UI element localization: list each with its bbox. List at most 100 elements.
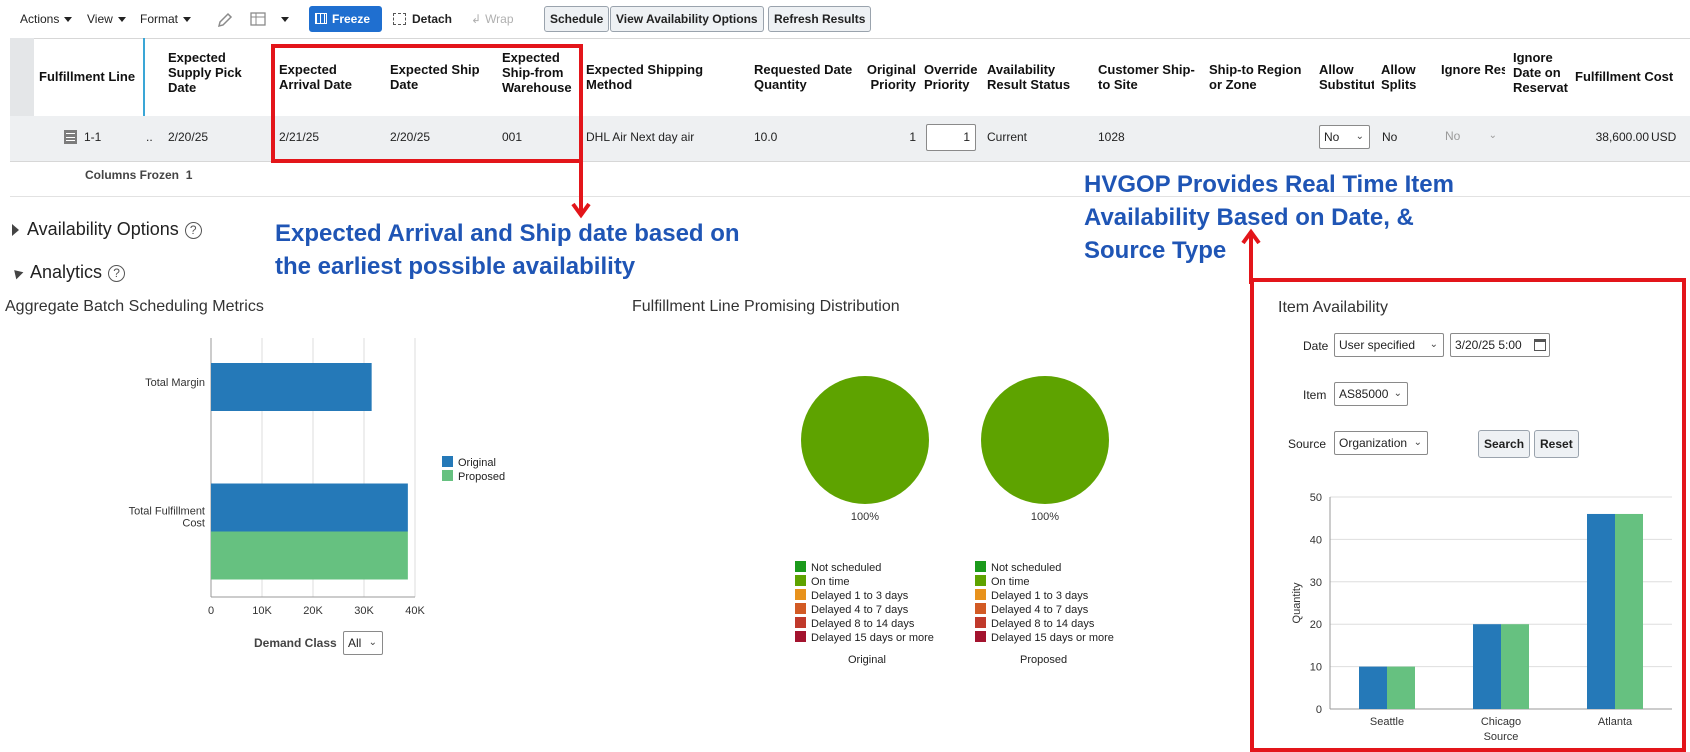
col-header-availability-status[interactable]: Availability Result Status <box>987 62 1075 92</box>
table-row[interactable] <box>10 116 1690 161</box>
legend-label: Delayed 4 to 7 days <box>991 604 1089 616</box>
date-mode-select[interactable]: User specified ⌄ <box>1334 333 1444 357</box>
col-header-ship-to-region[interactable]: Ship-to Region or Zone <box>1209 62 1309 92</box>
view-label: View <box>87 12 113 26</box>
wrap-label: Wrap <box>485 12 514 26</box>
view-menu[interactable]: View <box>87 12 126 26</box>
col-header-allow-substitution[interactable]: Allow Substitut <box>1319 62 1374 92</box>
wrap-button[interactable]: ↲ Wrap <box>465 6 520 32</box>
cell-availability-status: Current <box>987 130 1028 144</box>
format-label: Format <box>140 12 179 26</box>
caret-down-icon <box>183 17 192 23</box>
x-tick-label: 30K <box>354 605 374 617</box>
legend-swatch <box>975 561 986 572</box>
y-tick-label: 40 <box>1310 534 1322 546</box>
override-priority-input[interactable]: 1 <box>926 124 976 151</box>
ignore-reservation-value: No <box>1445 129 1461 143</box>
analytics-section[interactable]: Analytics? <box>10 262 126 283</box>
col-header-ignore-date[interactable]: Ignore Date on Reservat <box>1513 50 1571 95</box>
ignore-reservation-select[interactable]: No ⌄ <box>1441 125 1502 149</box>
col-header-allow-splits[interactable]: Allow Splits <box>1381 62 1429 92</box>
schedule-button[interactable]: Schedule <box>544 6 610 32</box>
refresh-results-button[interactable]: Refresh Results <box>768 6 872 32</box>
legend-item-delayed-1-to-3-days: Delayed 1 to 3 days <box>975 589 1088 602</box>
legend-label: Proposed <box>458 471 506 483</box>
line-details-icon[interactable] <box>64 130 77 144</box>
availability-options-section[interactable]: Availability Options? <box>12 219 202 240</box>
y-tick-label: 50 <box>1310 492 1322 504</box>
cell-fulfillment-line[interactable]: 1-1 <box>84 130 101 144</box>
col-header-customer-ship-to-site[interactable]: Customer Ship-to Site <box>1098 62 1198 92</box>
pie-slice-on-time <box>981 376 1109 504</box>
detach-icon <box>393 13 406 25</box>
item-select[interactable]: AS85000 ⌄ <box>1334 382 1408 406</box>
edit-pencil-icon[interactable] <box>216 11 234 29</box>
distribution-chart-title: Fulfillment Line Promising Distribution <box>632 298 900 315</box>
demand-class-select[interactable]: All ⌄ <box>343 631 383 655</box>
chevron-down-icon: ⌄ <box>1413 437 1422 448</box>
actions-menu[interactable]: Actions <box>20 12 73 26</box>
y-category-label: Total Margin <box>145 377 205 389</box>
col-header-original-priority[interactable]: Original Priority <box>860 62 916 92</box>
legend-label: Original <box>458 457 496 469</box>
column-settings-dropdown[interactable] <box>276 12 289 26</box>
table-row-border <box>10 161 1690 162</box>
col-header-requested-quantity[interactable]: Requested Date Quantity <box>754 62 864 92</box>
legend-label: On time <box>991 576 1030 588</box>
legend-label: Delayed 15 days or more <box>811 632 934 644</box>
bar-atlanta-1 <box>1615 513 1643 709</box>
cell-shipping-method: DHL Air Next day air <box>586 130 695 144</box>
detach-button[interactable]: Detach <box>387 6 458 32</box>
legend-label: Delayed 4 to 7 days <box>811 604 909 616</box>
caret-down-icon <box>64 17 73 23</box>
legend-item-not-scheduled: Not scheduled <box>795 561 881 574</box>
legend-swatch <box>795 631 806 642</box>
col-header-override-priority[interactable]: Override Priority <box>924 62 980 92</box>
legend-item-proposed: Proposed <box>442 470 505 483</box>
col-header-fulfillment-cost[interactable]: Fulfillment Cost <box>1575 69 1690 84</box>
callout-expected-dates: Expected Arrival and Ship date based on … <box>275 220 740 280</box>
y-category-label: Total Fulfillment <box>129 506 205 518</box>
highlight-box-dates <box>271 44 583 163</box>
y-tick-label: 0 <box>1316 704 1322 716</box>
allow-substitution-select[interactable]: No ⌄ <box>1319 125 1370 149</box>
date-input[interactable]: 3/20/25 5:00 <box>1450 333 1550 357</box>
x-tick-label: 0 <box>208 605 214 617</box>
help-icon[interactable]: ? <box>184 221 202 239</box>
y-tick-label: 10 <box>1310 662 1322 674</box>
search-button[interactable]: Search <box>1478 430 1531 458</box>
legend-item-delayed-1-to-3-days: Delayed 1 to 3 days <box>795 589 908 602</box>
bar-original <box>211 483 408 532</box>
col-header-supply-pick-date[interactable]: Expected Supply Pick Date <box>168 50 264 95</box>
date-value: 3/20/25 5:00 <box>1455 338 1522 352</box>
cell-original-priority: 1 <box>909 130 916 144</box>
legend-item-delayed-4-to-7-days: Delayed 4 to 7 days <box>975 603 1088 616</box>
y-tick-label: 20 <box>1310 619 1322 631</box>
chevron-down-icon: ⌄ <box>368 637 377 648</box>
cell-currency: USD <box>1651 130 1677 144</box>
source-select[interactable]: Organization ⌄ <box>1334 431 1428 455</box>
col-header-fulfillment-line[interactable]: Fulfillment Line <box>39 69 139 84</box>
aggregate-chart: 0 10K 20K 30K 40K Total Margin Total Fulfillme… <box>129 338 425 617</box>
legend-item-on-time: On time <box>795 575 850 588</box>
calendar-icon[interactable] <box>1534 339 1546 351</box>
freeze-button[interactable]: Freeze <box>309 6 382 32</box>
help-icon[interactable]: ? <box>108 264 126 282</box>
column-settings-icon[interactable] <box>249 10 269 30</box>
table-top-border <box>10 38 1690 39</box>
detach-label: Detach <box>412 12 453 26</box>
reset-button[interactable]: Reset <box>1534 430 1579 458</box>
view-availability-options-button[interactable]: View Availability Options <box>610 6 764 32</box>
legend-item-delayed-15-days-or-more: Delayed 15 days or more <box>975 631 1114 644</box>
x-tick-label: 40K <box>405 605 425 617</box>
legend-item-original: Original <box>442 456 496 469</box>
col-header-shipping-method[interactable]: Expected Shipping Method <box>586 62 716 92</box>
legend-swatch <box>975 575 986 586</box>
bar-proposed <box>211 531 408 580</box>
legend-swatch <box>795 617 806 628</box>
allow-substitution-value: No <box>1324 130 1340 144</box>
pie-label-original: Original <box>848 654 886 666</box>
bar-chicago-1 <box>1501 624 1529 709</box>
format-menu[interactable]: Format <box>140 12 192 26</box>
col-header-ignore-reservation[interactable]: Ignore Reservatio <box>1441 62 1505 77</box>
